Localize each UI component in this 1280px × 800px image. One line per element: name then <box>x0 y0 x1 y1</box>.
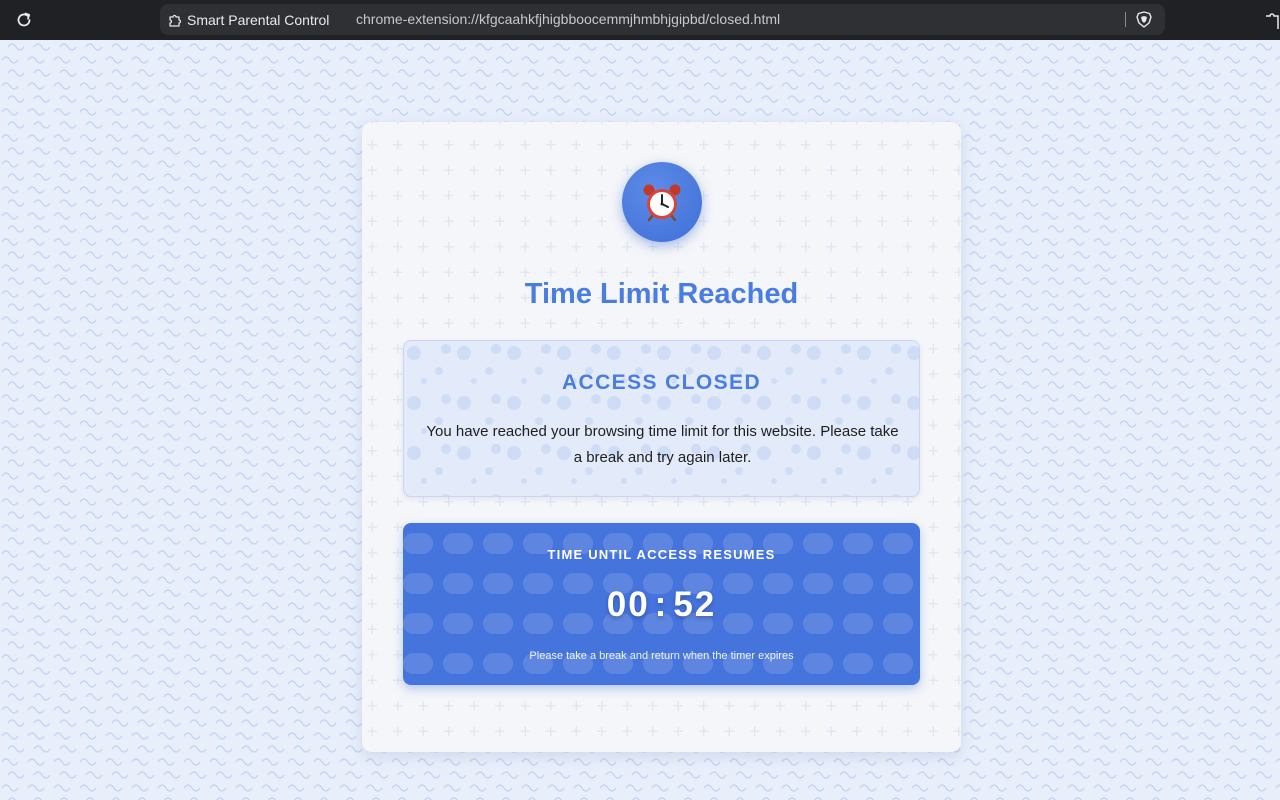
extension-chip[interactable]: Smart Parental Control <box>168 4 329 35</box>
timer-seconds: 52 <box>673 585 717 624</box>
time-limit-card: Time Limit Reached ACCESS CLOSED You hav… <box>362 122 961 752</box>
address-divider <box>1125 12 1126 27</box>
puzzle-icon <box>169 14 182 27</box>
alarm-clock-badge <box>622 162 702 242</box>
countdown-timer: 00 : 52 <box>403 585 920 625</box>
reload-icon <box>17 12 31 27</box>
address-bar[interactable]: Smart Parental Control chrome-extension:… <box>160 4 1165 35</box>
timer-label: TIME UNTIL ACCESS RESUMES <box>547 547 776 562</box>
access-closed-panel: ACCESS CLOSED You have reached your brow… <box>403 340 920 497</box>
page-title: Time Limit Reached <box>524 278 799 310</box>
access-heading: ACCESS CLOSED <box>561 371 762 394</box>
alarm-clock-icon <box>643 184 681 222</box>
countdown-panel: TIME UNTIL ACCESS RESUMES 00 : 52 Please… <box>403 523 920 685</box>
timer-minutes: 00 <box>606 585 650 624</box>
url-text[interactable]: chrome-extension://kfgcaahkfjhigbboocemm… <box>356 4 780 35</box>
brave-shield-icon[interactable] <box>1136 11 1152 28</box>
access-message: You have reached your browsing time limi… <box>426 423 899 466</box>
extensions-menu-icon[interactable] <box>1264 11 1280 29</box>
timer-separator: : <box>654 585 669 624</box>
extension-name: Smart Parental Control <box>187 11 330 28</box>
reload-button[interactable] <box>12 8 36 32</box>
browser-toolbar: Smart Parental Control chrome-extension:… <box>0 0 1280 40</box>
timer-note: Please take a break and return when the … <box>529 650 794 662</box>
